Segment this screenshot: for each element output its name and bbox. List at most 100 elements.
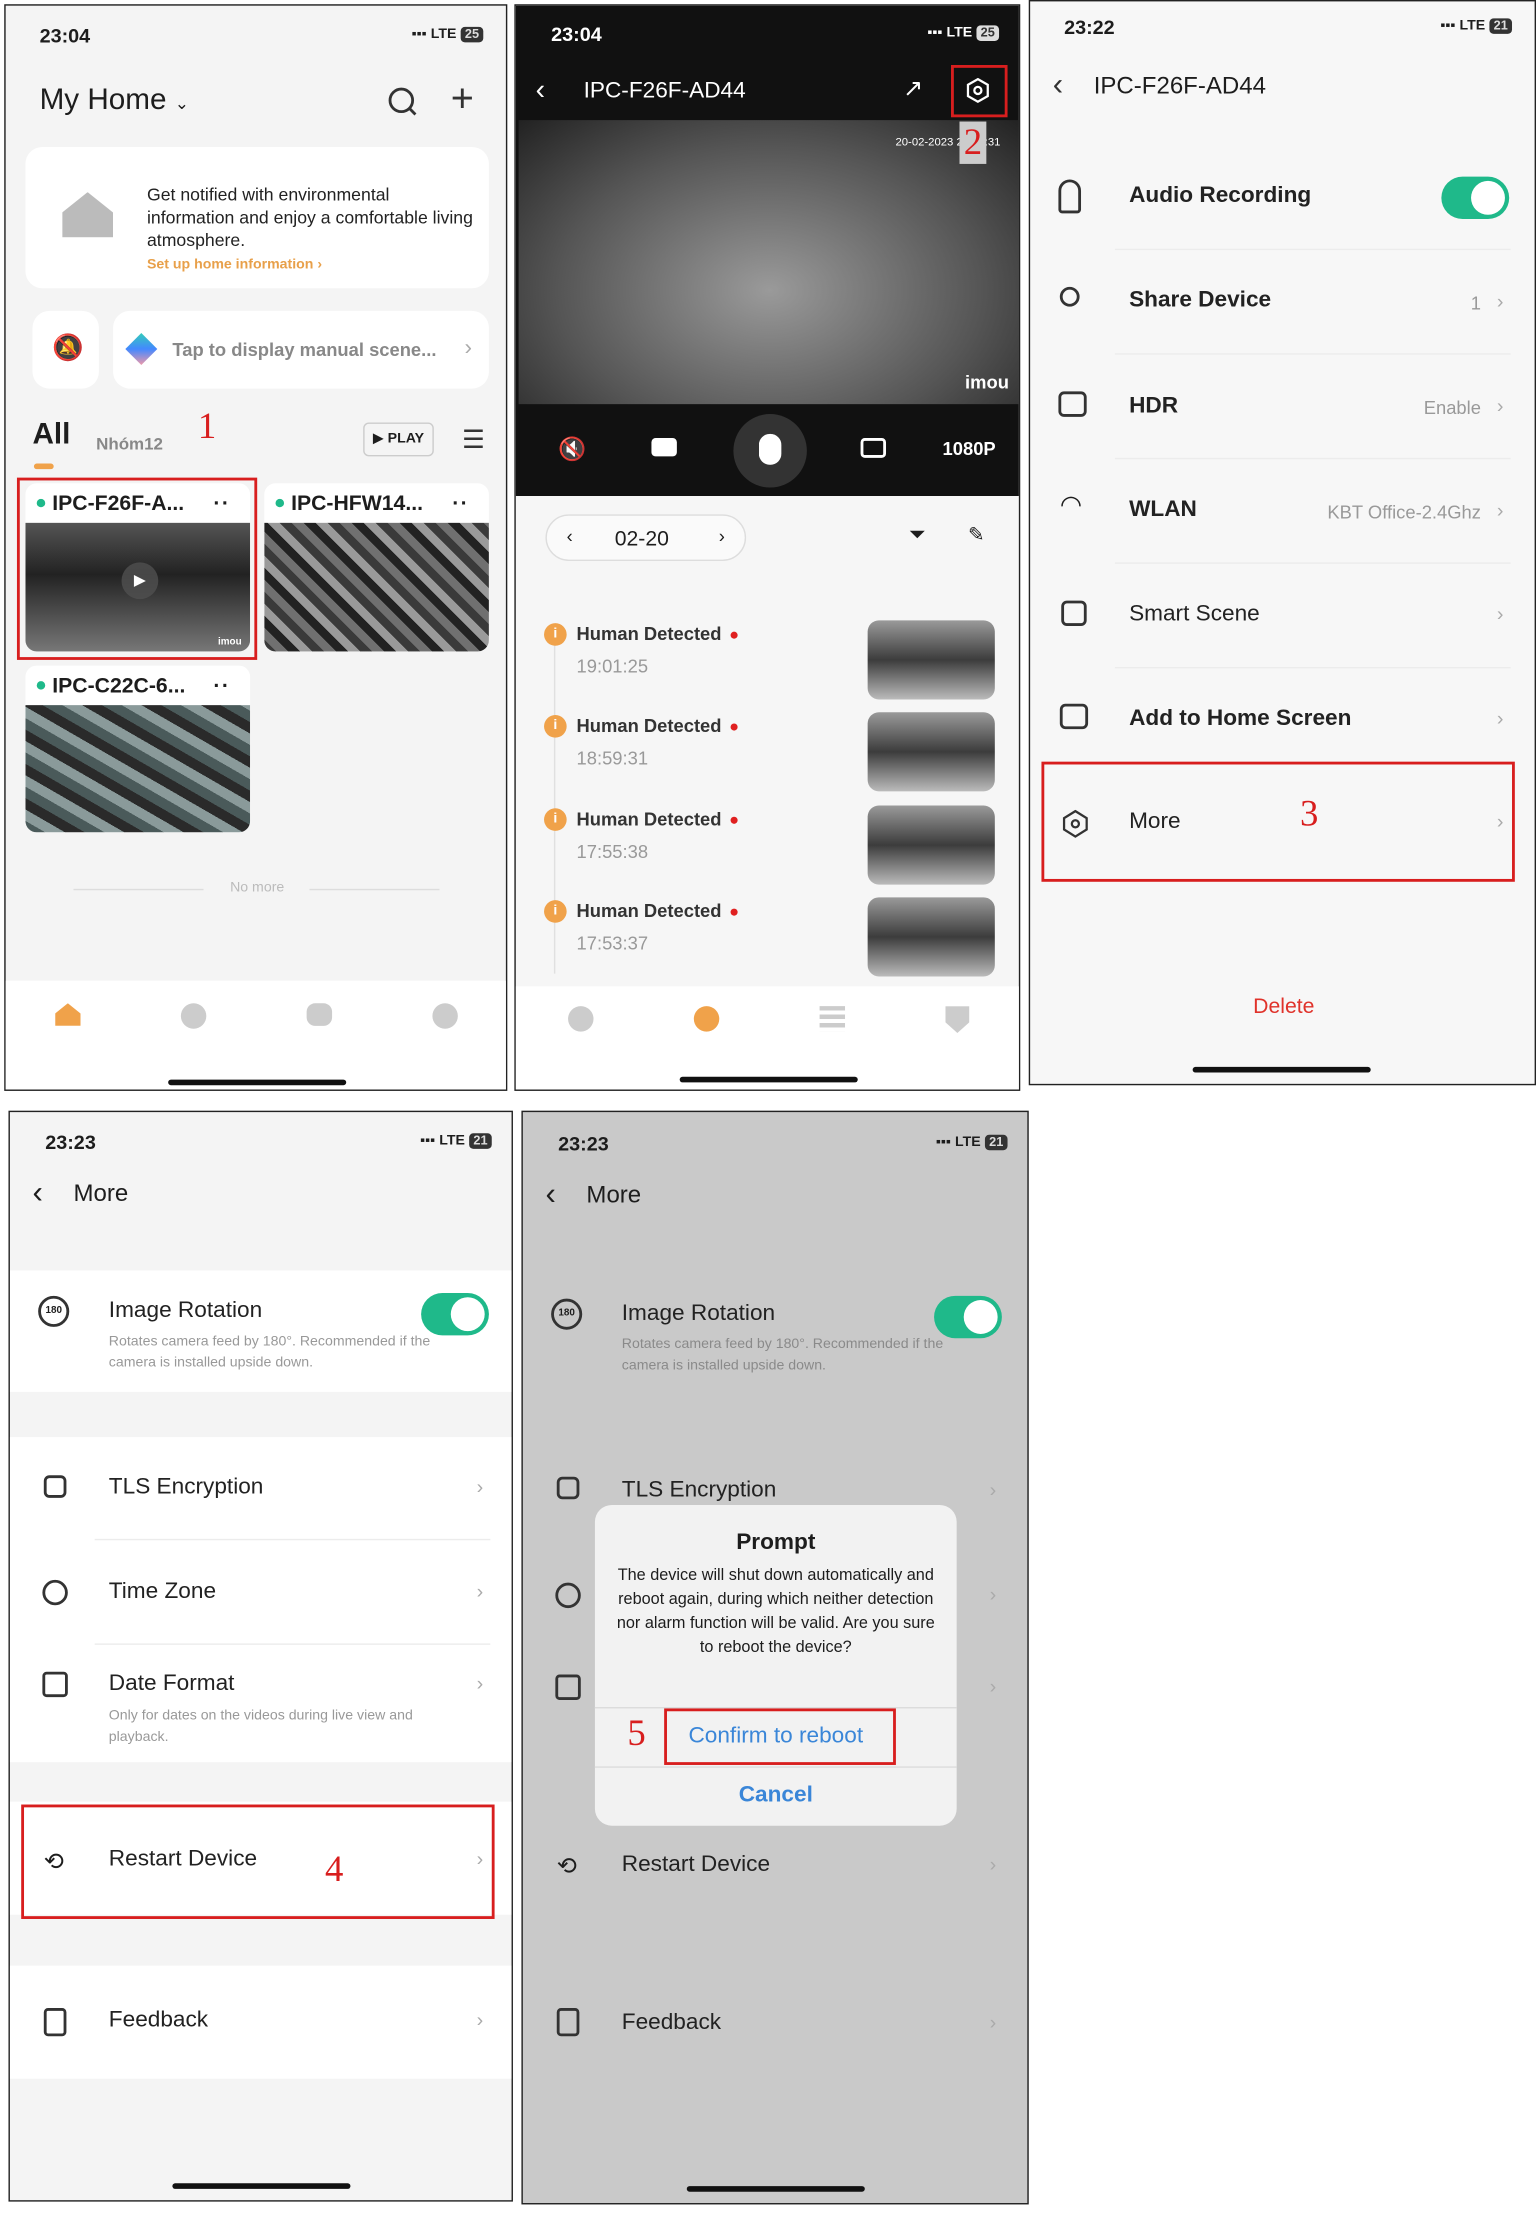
- image-rotation-toggle[interactable]: [934, 1295, 1002, 1339]
- camera-thumbnail: [264, 522, 489, 652]
- calendar-icon: [555, 1674, 581, 1700]
- share-icon[interactable]: ↗: [903, 75, 923, 103]
- event-thumbnail[interactable]: [867, 805, 995, 885]
- resolution-button[interactable]: 1080P: [943, 438, 996, 459]
- home-selector[interactable]: My Home ⌄: [40, 83, 189, 117]
- filter-icon[interactable]: ⏷: [909, 523, 926, 547]
- home-tab-icon[interactable]: [55, 1003, 81, 1026]
- mute-alerts-button[interactable]: 🔕: [32, 310, 99, 389]
- row-label: Smart Scene: [1129, 601, 1260, 627]
- date-label: 02-20: [614, 527, 669, 552]
- chevron-down-icon: ⌄: [174, 93, 190, 114]
- image-rotation-toggle[interactable]: [421, 1292, 489, 1336]
- tab-all[interactable]: All: [33, 418, 71, 452]
- tab-group[interactable]: Nhóm12: [96, 434, 163, 454]
- audio-recording-toggle[interactable]: [1441, 176, 1510, 220]
- highlight-box: [1041, 761, 1515, 882]
- network-label: LTE: [955, 1134, 981, 1151]
- cancel-button[interactable]: Cancel: [595, 1783, 957, 1808]
- add-icon[interactable]: +: [451, 76, 474, 121]
- more-icon[interactable]: ··: [452, 491, 469, 515]
- device-title: IPC-F26F-AD44: [583, 79, 746, 104]
- play-button[interactable]: ▶ PLAY: [363, 422, 434, 457]
- event-thumbnail[interactable]: [867, 620, 995, 700]
- tab-bar: [515, 986, 1019, 1090]
- more-icon[interactable]: ··: [213, 673, 230, 697]
- home-indicator: [686, 2186, 865, 2192]
- date-picker[interactable]: ‹ 02-20 ›: [545, 514, 747, 562]
- list-tab-icon[interactable]: [819, 1006, 846, 1032]
- device-card[interactable]: IPC-C22C-6... ··: [25, 665, 251, 833]
- microphone-icon: [758, 433, 782, 465]
- profile-tab-icon[interactable]: [432, 1003, 458, 1029]
- back-icon[interactable]: ‹: [536, 75, 545, 108]
- home-indicator: [168, 1079, 347, 1086]
- live-video[interactable]: 20-02-2023 23:04:31 imou: [518, 120, 1019, 405]
- chevron-right-icon: ›: [989, 1852, 997, 1876]
- next-date-icon[interactable]: ›: [719, 526, 725, 547]
- dialog-title: Prompt: [736, 1530, 816, 1555]
- talk-button[interactable]: [733, 414, 807, 488]
- event-time: 18:59:31: [576, 747, 649, 769]
- menu-icon[interactable]: ☰: [462, 425, 485, 455]
- search-icon[interactable]: [387, 86, 418, 117]
- edit-icon[interactable]: ✎: [968, 523, 985, 547]
- person-icon: i: [544, 623, 567, 646]
- screen-device-settings: 23:22 ▪▪▪ LTE 21 ‹ IPC-F26F-AD44 Audio Rec…: [1028, 0, 1536, 1086]
- event-thumbnail[interactable]: [867, 712, 995, 792]
- row-label: Time Zone: [108, 1579, 217, 1604]
- setup-home-link[interactable]: Set up home information ›: [147, 257, 322, 273]
- banner-text: Get notified with environmental informat…: [146, 185, 473, 251]
- divider: [94, 1643, 491, 1645]
- battery-icon: 25: [976, 25, 1000, 41]
- reboot-dialog: Prompt The device will shut down automat…: [594, 1504, 957, 1826]
- mute-icon[interactable]: 🔇: [558, 435, 586, 463]
- playback-tab-icon[interactable]: [568, 1006, 594, 1032]
- chevron-right-icon: ›: [476, 1671, 484, 1695]
- messages-tab-icon[interactable]: [693, 1006, 720, 1032]
- device-card[interactable]: IPC-HFW14... ··: [264, 483, 489, 652]
- back-icon[interactable]: ‹: [1053, 66, 1063, 103]
- network-label: LTE: [430, 26, 457, 43]
- image-rotation-row: 180 Image Rotation Rotates camera feed b…: [9, 1270, 512, 1392]
- tab-bar: [5, 980, 506, 1090]
- chevron-right-icon: ›: [989, 2010, 997, 2034]
- row-label: TLS Encryption: [108, 1475, 264, 1500]
- prev-date-icon[interactable]: ‹: [567, 526, 573, 547]
- security-tab-icon[interactable]: [180, 1003, 207, 1029]
- row-label: Add to Home Screen: [1129, 706, 1352, 731]
- feedback-row[interactable]: Feedback ›: [9, 1965, 512, 2079]
- status-bar: ▪▪▪ LTE 21: [1440, 18, 1513, 34]
- home-indicator: [172, 2183, 351, 2189]
- record-icon[interactable]: [651, 438, 677, 457]
- camera-thumbnail: [25, 705, 251, 833]
- event-title: Human Detected: [576, 715, 722, 737]
- back-icon[interactable]: ‹: [545, 1176, 555, 1213]
- manual-scene-button[interactable]: Tap to display manual scene... ›: [113, 310, 489, 389]
- home-indicator: [679, 1076, 858, 1083]
- lock-icon: [43, 1475, 67, 1498]
- bell-off-icon: 🔕: [52, 333, 84, 362]
- row-label: Image Rotation: [621, 1301, 776, 1326]
- environment-banner[interactable]: Get notified with environmental informat…: [25, 146, 489, 289]
- row-label: Audio Recording: [1129, 183, 1312, 208]
- page-title: IPC-F26F-AD44: [1093, 72, 1266, 99]
- back-icon[interactable]: ‹: [33, 1174, 43, 1211]
- page-title: More: [586, 1181, 642, 1209]
- shield-tab-icon[interactable]: [945, 1006, 970, 1033]
- divider: [1114, 353, 1511, 355]
- row-label: HDR: [1129, 394, 1179, 419]
- step-number: 5: [624, 1712, 649, 1756]
- chevron-right-icon: ›: [476, 1579, 484, 1603]
- messages-tab-icon[interactable]: [306, 1003, 333, 1026]
- delete-button[interactable]: Delete: [1030, 995, 1534, 1019]
- signal-icon: ▪▪▪: [411, 26, 427, 43]
- signal-icon: ▪▪▪: [1440, 18, 1456, 34]
- scene-label: Tap to display manual scene...: [172, 339, 437, 361]
- person-icon: i: [544, 715, 567, 738]
- status-bar: ▪▪▪ LTE 21: [936, 1134, 1008, 1151]
- snapshot-icon[interactable]: [860, 438, 887, 458]
- screen-home: 23:04 ▪▪▪ LTE 25 My Home ⌄ + Get notified …: [4, 4, 508, 1091]
- event-thumbnail[interactable]: [867, 897, 995, 977]
- restart-icon: ⟲: [556, 1852, 577, 1880]
